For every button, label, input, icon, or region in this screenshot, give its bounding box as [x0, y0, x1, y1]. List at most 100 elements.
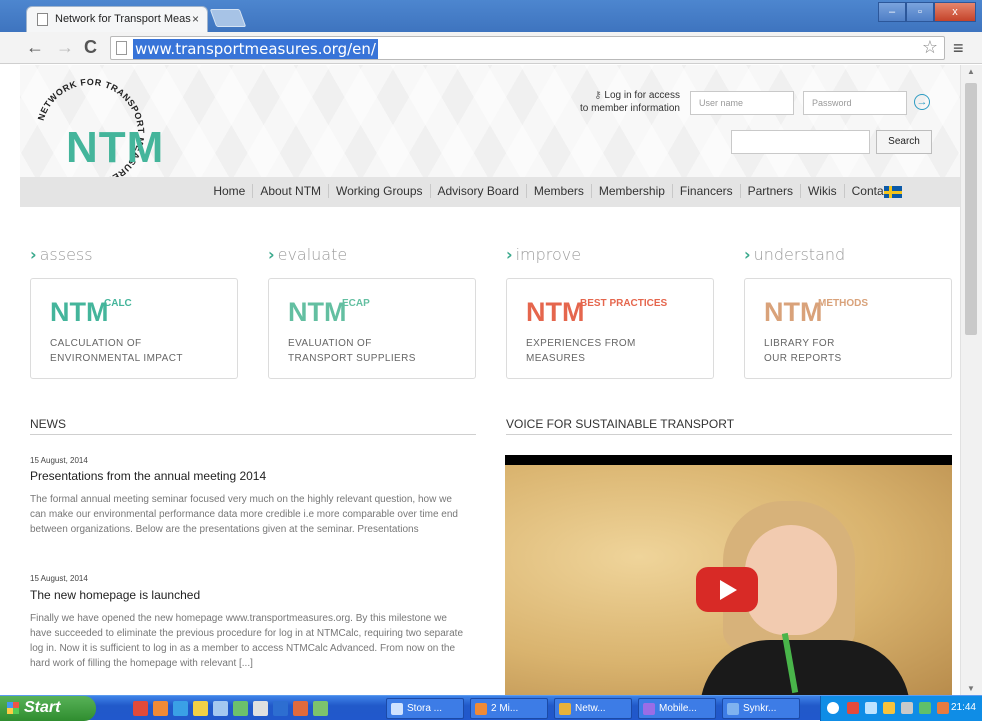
- nav-membership[interactable]: Membership: [590, 184, 672, 198]
- card-brand: NTM: [764, 297, 823, 327]
- card-brand: NTM: [526, 297, 585, 327]
- start-button[interactable]: Start: [0, 696, 96, 721]
- ie-icon[interactable]: [173, 701, 188, 716]
- taskbar-clock[interactable]: 21:44: [951, 702, 976, 713]
- chevron-right-icon: ›: [268, 245, 275, 264]
- browser-toolbar: ← → C www.transportmeasures.org/en/ ☆ ≡: [0, 32, 982, 64]
- taskbar-window-button[interactable]: Synkr...: [722, 698, 800, 719]
- quicklaunch-icon[interactable]: [313, 701, 328, 716]
- quicklaunch-icon[interactable]: [233, 701, 248, 716]
- tray-icon[interactable]: [865, 702, 877, 714]
- nav-financers[interactable]: Financers: [671, 184, 740, 198]
- page-viewport: NETWORK FOR TRANSPORT MEASURES NTM ⚷ Log…: [0, 65, 960, 695]
- quicklaunch-icon[interactable]: [133, 701, 148, 716]
- nav-about[interactable]: About NTM: [252, 184, 328, 198]
- video-player[interactable]: [505, 455, 952, 695]
- card-description: LIBRARY FOR OUR REPORTS: [764, 338, 842, 364]
- nav-wikis[interactable]: Wikis: [799, 184, 844, 198]
- quicklaunch-icon[interactable]: [273, 701, 288, 716]
- chevron-right-icon: ›: [506, 245, 513, 264]
- taskbar-window-button[interactable]: Netw...: [554, 698, 632, 719]
- card-brand: NTM: [288, 297, 347, 327]
- play-icon[interactable]: [696, 567, 758, 612]
- card-product: CALC: [104, 298, 132, 309]
- tray-expand-icon[interactable]: [827, 702, 839, 714]
- reload-button[interactable]: C: [84, 37, 97, 58]
- category-heading-assess[interactable]: › assess: [30, 245, 93, 264]
- volume-icon[interactable]: [937, 702, 949, 714]
- quicklaunch-icon[interactable]: [253, 701, 268, 716]
- page-favicon-icon: [37, 13, 48, 26]
- main-nav: Home About NTM Working Groups Advisory B…: [20, 177, 960, 207]
- card-calc[interactable]: NTM CALC CALCULATION OF ENVIRONMENTAL IMP…: [30, 278, 238, 379]
- tray-icon[interactable]: [847, 702, 859, 714]
- card-description: EVALUATION OF TRANSPORT SUPPLIERS: [288, 338, 416, 364]
- nav-partners[interactable]: Partners: [739, 184, 800, 198]
- nav-members[interactable]: Members: [525, 184, 591, 198]
- news-date: 15 August, 2014: [30, 574, 88, 583]
- taskbar-window-button[interactable]: Stora ...: [386, 698, 464, 719]
- tray-icon[interactable]: [883, 702, 895, 714]
- forward-button[interactable]: →: [56, 37, 74, 58]
- card-methods[interactable]: NTM METHODS LIBRARY FOR OUR REPORTS: [744, 278, 952, 379]
- minimize-button[interactable]: –: [878, 2, 906, 22]
- news-title-link[interactable]: The new homepage is launched: [30, 588, 200, 602]
- tray-icon[interactable]: [919, 702, 931, 714]
- password-field[interactable]: Password: [803, 91, 907, 115]
- nav-home[interactable]: Home: [206, 184, 252, 198]
- new-tab-button[interactable]: [209, 9, 247, 27]
- nav-working-groups[interactable]: Working Groups: [328, 184, 429, 198]
- nav-advisory-board[interactable]: Advisory Board: [429, 184, 526, 198]
- category-heading-improve[interactable]: › improve: [506, 245, 581, 264]
- news-body: Finally we have opened the new homepage …: [30, 613, 464, 669]
- scroll-down-icon[interactable]: ▼: [967, 684, 975, 693]
- taskbar-window-button[interactable]: 2 Mi...: [470, 698, 548, 719]
- quicklaunch-icon[interactable]: [153, 701, 168, 716]
- mail-icon[interactable]: [193, 701, 208, 716]
- card-description: EXPERIENCES FROM MEASURES: [526, 338, 636, 364]
- search-button[interactable]: Search: [876, 130, 932, 154]
- taskbar-window-button[interactable]: Mobile...: [638, 698, 716, 719]
- bookmark-star-icon[interactable]: ☆: [922, 37, 938, 58]
- tab-title: Network for Transport Meas: [55, 13, 191, 25]
- maximize-button[interactable]: ▫: [906, 2, 934, 22]
- key-icon: ⚷: [594, 90, 605, 101]
- page-scrollbar[interactable]: ▲ ▼: [960, 65, 982, 695]
- back-button[interactable]: ←: [26, 37, 44, 58]
- close-window-button[interactable]: x: [934, 2, 976, 22]
- chevron-right-icon: ›: [30, 245, 37, 264]
- news-body: The formal annual meeting seminar focuse…: [30, 494, 458, 535]
- voice-section-title: VOICE FOR SUSTAINABLE TRANSPORT: [506, 417, 952, 435]
- news-date: 15 August, 2014: [30, 456, 88, 465]
- scrollbar-thumb[interactable]: [965, 83, 977, 335]
- tab-close-button[interactable]: ×: [192, 12, 199, 26]
- category-heading-understand[interactable]: › understand: [744, 245, 845, 264]
- browser-tab[interactable]: Network for Transport Meas ×: [26, 6, 208, 32]
- system-tray: 21:44: [820, 696, 982, 721]
- video-figure-face: [745, 525, 837, 635]
- category-heading-evaluate[interactable]: › evaluate: [268, 245, 347, 264]
- username-field[interactable]: User name: [690, 91, 794, 115]
- tray-icon[interactable]: [901, 702, 913, 714]
- card-best-practices[interactable]: NTM BEST PRACTICES EXPERIENCES FROM MEASU…: [506, 278, 714, 379]
- address-url[interactable]: www.transportmeasures.org/en/: [133, 39, 378, 59]
- ntm-logo[interactable]: NETWORK FOR TRANSPORT MEASURES NTM: [30, 73, 170, 193]
- card-product: ECAP: [342, 298, 370, 309]
- windows-taskbar: Start Stora ... 2 Mi... Netw... Mobile..…: [0, 695, 982, 721]
- login-go-button[interactable]: →: [914, 94, 930, 110]
- login-label: ⚷ Log in for access to member informatio…: [568, 89, 680, 115]
- chevron-right-icon: ›: [744, 245, 751, 264]
- card-ecap[interactable]: NTM ECAP EVALUATION OF TRANSPORT SUPPLIER…: [268, 278, 476, 379]
- quicklaunch-icon[interactable]: [293, 701, 308, 716]
- scroll-up-icon[interactable]: ▲: [967, 67, 975, 76]
- card-brand: NTM: [50, 297, 109, 327]
- news-title-link[interactable]: Presentations from the annual meeting 20…: [30, 469, 266, 483]
- quicklaunch-icon[interactable]: [213, 701, 228, 716]
- login-label-line1: Log in for access: [604, 90, 680, 101]
- video-figure-body: [700, 640, 910, 695]
- address-bar[interactable]: www.transportmeasures.org/en/ ☆: [110, 36, 945, 60]
- search-input[interactable]: [731, 130, 870, 154]
- swedish-flag-icon[interactable]: [884, 186, 902, 198]
- browser-menu-button[interactable]: ≡: [953, 38, 964, 59]
- news-section-title: NEWS: [30, 417, 476, 435]
